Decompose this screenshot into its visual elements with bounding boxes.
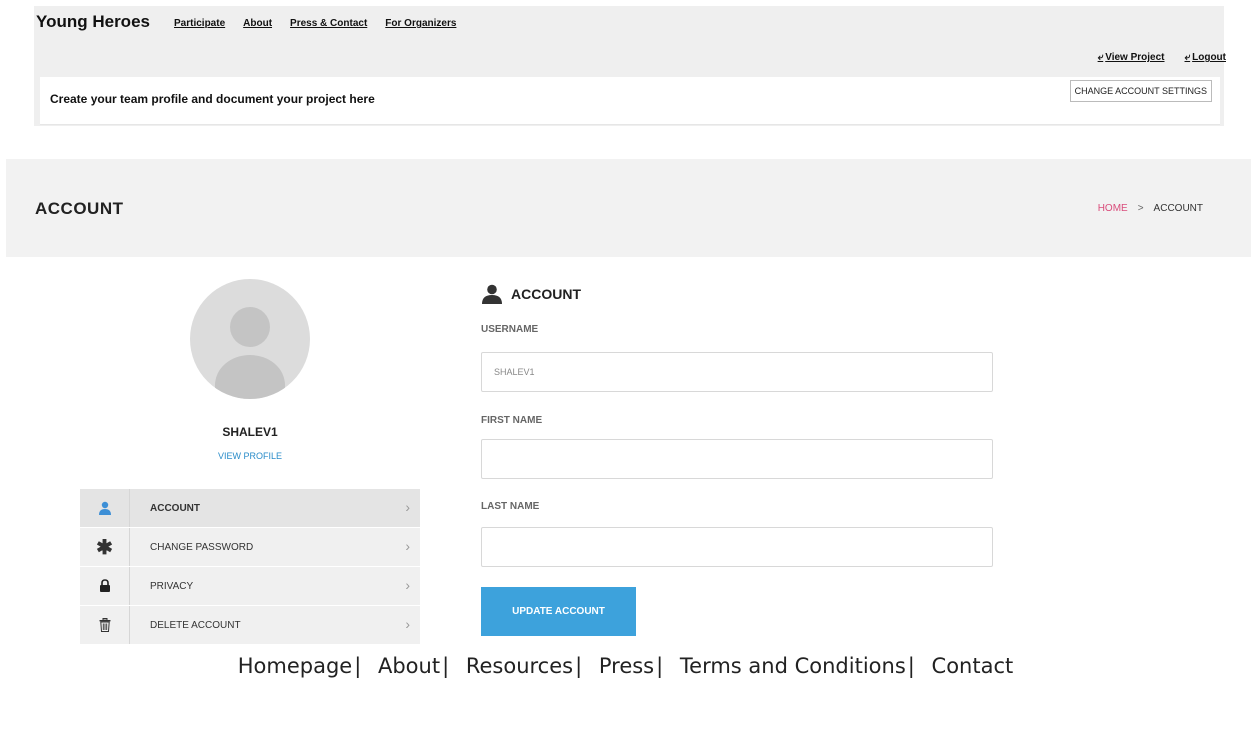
first-name-field[interactable] [481,439,993,479]
first-name-label: FIRST NAME [481,415,543,426]
asterisk-icon: ✱ [80,528,130,566]
footer-link-about[interactable]: About [378,654,440,678]
chevron-right-icon: › [405,538,410,554]
avatar [190,279,310,399]
footer-separator: | [442,654,450,678]
username-label: USERNAME [481,324,539,335]
page-title: ACCOUNT [35,199,124,218]
footer-links: Homepage| About| Resources| Press| Terms… [0,654,1251,678]
view-project-link[interactable]: ⤶ View Project [1098,52,1165,63]
top-nav: Participate About Press & Contact For Or… [174,18,456,29]
footer-link-contact[interactable]: Contact [932,654,1014,678]
footer-separator: | [575,654,583,678]
nav-press-contact[interactable]: Press & Contact [290,18,367,29]
menu-item-label: PRIVACY [150,580,194,592]
last-name-field[interactable] [481,527,993,567]
change-account-settings-button[interactable]: CHANGE ACCOUNT SETTINGS [1069,80,1212,102]
user-icon [80,489,130,527]
menu-item-label: DELETE ACCOUNT [150,619,241,631]
update-account-button[interactable]: UPDATE ACCOUNT [481,587,636,636]
footer-link-resources[interactable]: Resources [466,654,573,678]
footer-separator: | [656,654,664,678]
form-heading: ACCOUNT [481,284,581,304]
profile-username: SHALEV1 [222,425,278,439]
breadcrumb-home[interactable]: HOME [1098,203,1128,214]
menu-item-account[interactable]: ACCOUNT › [80,489,420,527]
chevron-right-icon: › [405,499,410,515]
username-field[interactable] [481,352,993,392]
menu-item-delete-account[interactable]: DELETE ACCOUNT › [80,606,420,644]
menu-item-label: CHANGE PASSWORD [150,541,254,553]
sign-in-icon: ⤶ [1184,52,1191,63]
breadcrumb-current: ACCOUNT [1153,203,1203,214]
user-icon [481,284,503,304]
tagline: Create your team profile and document yo… [50,92,375,106]
footer-link-terms[interactable]: Terms and Conditions [680,654,906,678]
nav-for-organizers[interactable]: For Organizers [385,18,456,29]
user-links: ⤶ View Project ⤶ Logout [1098,52,1226,63]
view-project-label: View Project [1105,52,1165,63]
lock-icon [80,567,130,605]
avatar-body [215,355,285,399]
nav-about[interactable]: About [243,18,272,29]
footer-link-press[interactable]: Press [599,654,654,678]
logout-label: Logout [1192,52,1226,63]
account-menu: ACCOUNT › ✱ CHANGE PASSWORD › PRIVACY › … [80,489,420,645]
nav-participate[interactable]: Participate [174,18,225,29]
footer-separator: | [907,654,915,678]
logout-link[interactable]: ⤶ Logout [1185,52,1226,63]
menu-item-privacy[interactable]: PRIVACY › [80,567,420,605]
last-name-label: LAST NAME [481,501,540,512]
sign-in-icon: ⤶ [1097,52,1104,63]
menu-item-label: ACCOUNT [150,502,200,514]
menu-item-change-password[interactable]: ✱ CHANGE PASSWORD › [80,528,420,566]
view-profile-link[interactable]: VIEW PROFILE [190,451,310,461]
chevron-right-icon: › [405,616,410,632]
form-heading-label: ACCOUNT [511,286,581,302]
breadcrumb-separator: > [1137,203,1144,214]
brand-logo[interactable]: Young Heroes [36,12,150,32]
breadcrumb: HOME > ACCOUNT [1098,203,1203,214]
footer-separator: | [354,654,362,678]
tagline-bar: Create your team profile and document yo… [40,77,1220,125]
footer-link-homepage[interactable]: Homepage [238,654,352,678]
avatar-head [230,307,270,347]
trash-icon [80,606,130,644]
page-banner: ACCOUNT HOME > ACCOUNT [6,159,1251,257]
site-header: Young Heroes Participate About Press & C… [34,6,1226,126]
chevron-right-icon: › [405,577,410,593]
